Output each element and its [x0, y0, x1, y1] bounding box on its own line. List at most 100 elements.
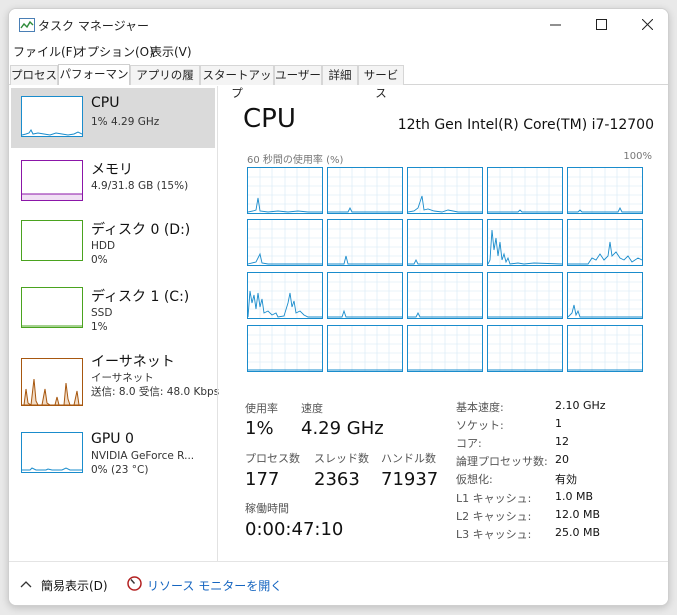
tab-services[interactable]: サービス [358, 65, 404, 100]
menu-bar: ファイル(F) オプション(O) 表示(V) [9, 39, 668, 61]
sidebar-item-detail: 1% [91, 321, 108, 333]
core-graph [327, 219, 403, 266]
sidebar-item-detail: NVIDIA GeForce R... [91, 450, 195, 462]
sockets-value: 1 [555, 417, 562, 430]
ethernet-thumbnail-graph [21, 358, 83, 406]
core-graph [327, 272, 403, 319]
core-graph [487, 219, 563, 266]
bottom-bar: 簡易表示(D) リソース モニターを開く [9, 561, 668, 605]
page-title: CPU [243, 104, 296, 134]
sidebar-item-cpu[interactable]: CPU 1% 4.29 GHz [11, 88, 215, 148]
core-graph [407, 219, 483, 266]
process-count-value: 177 [245, 469, 280, 490]
minimize-button[interactable] [532, 9, 578, 39]
sidebar-item-title: ディスク 0 (D:) [91, 222, 191, 238]
task-manager-window: タスク マネージャー ファイル(F) オプション(O) 表示(V) プロセス パ… [8, 8, 669, 606]
sidebar-item-disk-0[interactable]: ディスク 0 (D:) HDD 0% [11, 212, 215, 272]
core-graph [327, 167, 403, 214]
core-graph [327, 325, 403, 372]
sidebar-item-memory[interactable]: メモリ 4.9/31.8 GB (15%) [11, 152, 215, 212]
usage-value: 1% [245, 418, 274, 439]
tab-users[interactable]: ユーザー [274, 65, 322, 85]
tab-startup[interactable]: スタートアップ [200, 65, 274, 100]
base-speed-label: 基本速度: [456, 401, 504, 414]
close-icon [641, 18, 653, 30]
virtualization-label: 仮想化: [456, 473, 493, 486]
close-button[interactable] [624, 9, 668, 39]
disk-1-thumbnail-graph [21, 287, 83, 328]
task-manager-app-icon [19, 18, 35, 32]
cpu-model-name: 12th Gen Intel(R) Core(TM) i7-12700 [397, 117, 654, 133]
maximize-button[interactable] [578, 9, 624, 39]
process-count-label: プロセス数 [245, 452, 300, 465]
sidebar-item-ethernet[interactable]: イーサネット イーサネット 送信: 8.0 受信: 48.0 Kbps [11, 344, 219, 406]
thread-count-label: スレッド数 [314, 452, 369, 465]
sidebar-item-detail: 送信: 8.0 受信: 48.0 Kbps [91, 386, 220, 398]
graph-caption: 60 秒間の使用率 (%) [247, 155, 344, 166]
sidebar-item-detail: HDD [91, 240, 116, 252]
sockets-label: ソケット: [456, 419, 504, 432]
sidebar-item-gpu-0[interactable]: GPU 0 NVIDIA GeForce R... 0% (23 °C) [11, 424, 215, 484]
performance-sidebar: CPU 1% 4.29 GHz メモリ 4.9/31.8 GB (15%) ディ… [9, 86, 219, 561]
graph-max-label: 100% [623, 151, 652, 162]
handle-count-label: ハンドル数 [381, 452, 436, 465]
tab-app-history[interactable]: アプリの履歴 [130, 65, 200, 100]
core-graph [567, 219, 643, 266]
tab-performance[interactable]: パフォーマンス [58, 64, 130, 99]
cores-label: コア: [456, 437, 482, 450]
core-graph [247, 167, 323, 214]
core-graph [407, 325, 483, 372]
core-graph [247, 272, 323, 319]
open-resource-monitor-link[interactable]: リソース モニターを開く [147, 577, 282, 594]
sidebar-item-title: GPU 0 [91, 431, 134, 447]
speed-label: 速度 [301, 402, 323, 415]
sidebar-item-detail: 4.9/31.8 GB (15%) [91, 180, 189, 192]
core-graph [407, 167, 483, 214]
l3-cache-value: 25.0 MB [555, 526, 601, 539]
cpu-detail-panel: CPU 12th Gen Intel(R) Core(TM) i7-12700 … [218, 86, 668, 561]
fewer-details-button[interactable]: 簡易表示(D) [41, 577, 108, 594]
l1-cache-value: 1.0 MB [555, 490, 594, 503]
sidebar-item-detail: 0% [91, 254, 108, 266]
virtualization-value: 有効 [555, 473, 577, 486]
window-title: タスク マネージャー [38, 19, 149, 33]
speed-value: 4.29 GHz [301, 418, 384, 439]
disk-0-thumbnail-graph [21, 220, 83, 261]
sidebar-item-detail: 1% 4.29 GHz [91, 116, 160, 128]
menu-options[interactable]: オプション(O) [75, 43, 154, 60]
sidebar-item-detail: SSD [91, 307, 113, 319]
l3-cache-label: L3 キャッシュ: [456, 528, 532, 541]
menu-view[interactable]: 表示(V) [150, 43, 192, 60]
tab-bar: プロセス パフォーマンス アプリの履歴 スタートアップ ユーザー 詳細 サービス [9, 63, 668, 100]
sidebar-item-title: ディスク 1 (C:) [91, 289, 190, 305]
thread-count-value: 2363 [314, 469, 360, 490]
core-graph [487, 167, 563, 214]
tab-details[interactable]: 詳細 [322, 65, 358, 85]
chevron-up-icon[interactable] [19, 577, 33, 591]
core-graph [487, 272, 563, 319]
core-graph [567, 325, 643, 372]
handle-count-value: 71937 [381, 469, 439, 490]
cores-value: 12 [555, 435, 569, 448]
tab-processes[interactable]: プロセス [10, 65, 58, 85]
sidebar-item-title: メモリ [91, 162, 133, 178]
sidebar-item-title: CPU [91, 95, 120, 111]
logical-processors-value: 20 [555, 453, 569, 466]
uptime-label: 稼働時間 [245, 502, 289, 515]
core-graph [567, 272, 643, 319]
base-speed-value: 2.10 GHz [555, 399, 606, 412]
uptime-value: 0:00:47:10 [245, 519, 344, 540]
core-graph [247, 325, 323, 372]
core-graph [407, 272, 483, 319]
sidebar-item-title: イーサネット [91, 354, 175, 370]
gpu-thumbnail-graph [21, 432, 83, 473]
sidebar-item-disk-1[interactable]: ディスク 1 (C:) SSD 1% [11, 279, 215, 339]
menu-file[interactable]: ファイル(F) [13, 43, 77, 60]
core-graph [247, 219, 323, 266]
l2-cache-label: L2 キャッシュ: [456, 510, 532, 523]
l2-cache-value: 12.0 MB [555, 508, 601, 521]
core-graph [567, 167, 643, 214]
sidebar-item-detail: イーサネット [91, 372, 154, 384]
sidebar-item-detail: 0% (23 °C) [91, 464, 149, 476]
resource-monitor-icon [127, 576, 142, 591]
